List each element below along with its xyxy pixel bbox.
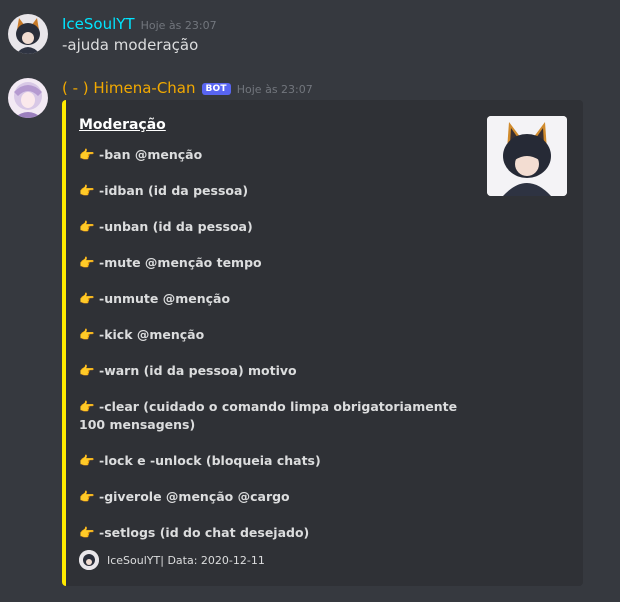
- command-item: 👉 -kick @menção: [79, 326, 459, 344]
- embed-title: Moderação: [79, 117, 166, 133]
- embed-footer: IceSoulYT| Data: 2020-12-11: [79, 550, 265, 570]
- command-text: -clear (cuidado o comando limpa obrigato…: [79, 399, 458, 432]
- pointing-hand-icon: 👉: [79, 363, 95, 378]
- command-item: 👉 -unmute @menção: [79, 290, 459, 308]
- pointing-hand-icon: 👉: [79, 183, 95, 198]
- message-user: IceSoulYT Hoje às 23:07 -ajuda moderação: [0, 0, 620, 70]
- command-text: -idban (id da pessoa): [99, 183, 249, 198]
- pointing-hand-icon: 👉: [79, 219, 95, 234]
- embed-accent-bar: [62, 100, 66, 586]
- command-text: -mute @menção tempo: [99, 255, 262, 270]
- command-text: -kick @menção: [99, 327, 205, 342]
- command-item: 👉 -unban (id da pessoa): [79, 218, 459, 236]
- pointing-hand-icon: 👉: [79, 327, 95, 342]
- message-header: IceSoulYT Hoje às 23:07: [62, 14, 217, 33]
- command-item: 👉 -setlogs (id do chat desejado): [79, 524, 459, 542]
- timestamp: Hoje às 23:07: [140, 19, 217, 32]
- pointing-hand-icon: 👉: [79, 255, 95, 270]
- timestamp: Hoje às 23:07: [236, 83, 313, 96]
- user-avatar[interactable]: [8, 14, 48, 54]
- embed: Moderação 👉 -ban @menção 👉 -idban (id da p…: [62, 100, 583, 586]
- command-text: -unban (id da pessoa): [99, 219, 253, 234]
- command-text: -setlogs (id do chat desejado): [99, 525, 310, 540]
- command-text: -giverole @menção @cargo: [99, 489, 290, 504]
- command-item: 👉 -mute @menção tempo: [79, 254, 459, 272]
- pointing-hand-icon: 👉: [79, 399, 95, 414]
- message-content: -ajuda moderação: [62, 36, 199, 54]
- command-item: 👉 -clear (cuidado o comando limpa obrigat…: [79, 398, 459, 434]
- command-text: -ban @menção: [99, 147, 203, 162]
- bot-avatar[interactable]: [8, 78, 48, 118]
- command-item: 👉 -ban @menção: [79, 146, 459, 164]
- command-item: 👉 -lock e -unlock (bloqueia chats): [79, 452, 459, 470]
- pointing-hand-icon: 👉: [79, 525, 95, 540]
- pointing-hand-icon: 👉: [79, 291, 95, 306]
- pointing-hand-icon: 👉: [79, 147, 95, 162]
- embed-thumbnail[interactable]: [487, 116, 567, 196]
- footer-avatar-icon: [79, 550, 99, 570]
- message-header: ( - ) Himena-Chan BOT Hoje às 23:07: [62, 78, 313, 97]
- pointing-hand-icon: 👉: [79, 453, 95, 468]
- embed-footer-text: IceSoulYT| Data: 2020-12-11: [107, 553, 265, 567]
- username[interactable]: IceSoulYT: [62, 15, 135, 33]
- username[interactable]: ( - ) Himena-Chan: [62, 79, 196, 97]
- bot-badge: BOT: [201, 83, 231, 95]
- command-text: -unmute @menção: [99, 291, 231, 306]
- command-item: 👉 -warn (id da pessoa) motivo: [79, 362, 459, 380]
- command-item: 👉 -idban (id da pessoa): [79, 182, 459, 200]
- pointing-hand-icon: 👉: [79, 489, 95, 504]
- command-item: 👉 -giverole @menção @cargo: [79, 488, 459, 506]
- command-text: -warn (id da pessoa) motivo: [99, 363, 297, 378]
- command-text: -lock e -unlock (bloqueia chats): [99, 453, 321, 468]
